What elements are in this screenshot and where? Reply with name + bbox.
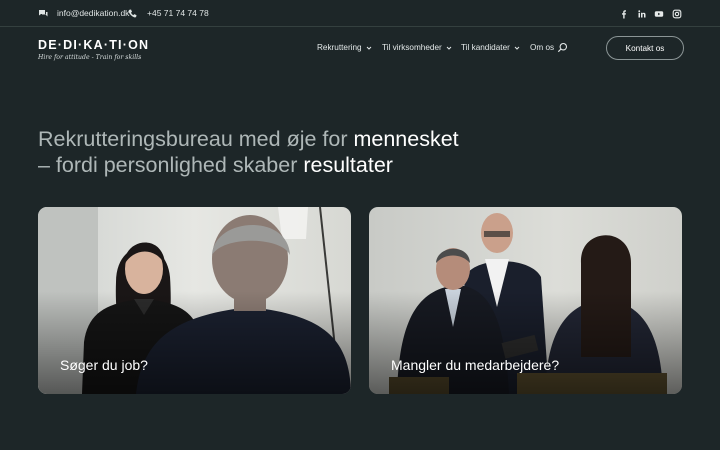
card-label: Søger du job? [60, 357, 148, 373]
linkedin-icon[interactable] [637, 9, 647, 19]
phone-icon [128, 9, 137, 18]
nav-item-til-virksomheder[interactable]: Til virksomheder [382, 43, 452, 52]
youtube-icon[interactable] [654, 9, 664, 19]
top-bar: info@dedikation.dk +45 71 74 74 78 [0, 0, 720, 27]
phone-link[interactable]: +45 71 74 74 78 [128, 8, 209, 18]
logo-tagline: Hire for attitude - Train for skills [38, 54, 142, 61]
job-seeker-card[interactable]: Søger du job? [38, 207, 351, 394]
search-icon[interactable] [557, 42, 568, 53]
nav-item-om-os[interactable]: Om os [530, 43, 554, 52]
instagram-icon[interactable] [672, 9, 682, 19]
nav-item-label: Rekruttering [317, 43, 362, 52]
chevron-down-icon [514, 46, 520, 50]
nav-item-label: Til kandidater [461, 43, 510, 52]
contact-button[interactable]: Kontakt os [606, 36, 684, 60]
card-label: Mangler du medarbejdere? [391, 357, 560, 373]
chevron-down-icon [366, 46, 371, 50]
headline-highlight: resultater [303, 153, 393, 177]
nav-item-label: Om os [530, 43, 555, 52]
headline-highlight: mennesket [353, 127, 459, 151]
email-text: info@dedikation.dk [57, 8, 130, 18]
email-link[interactable]: info@dedikation.dk [38, 8, 129, 18]
employer-card[interactable]: Mangler du medarbejdere? [369, 207, 682, 394]
phone-text: +45 71 74 74 78 [147, 8, 209, 18]
chevron-down-icon [446, 46, 452, 50]
hero-headline: Rekrutteringsbureau med øje for menneske… [38, 126, 459, 178]
site-logo[interactable]: DE·DI·KA·TI·ON Hire for attitude - Train… [38, 38, 149, 61]
facebook-icon[interactable] [619, 9, 629, 19]
logo-wordmark: DE·DI·KA·TI·ON [38, 38, 150, 52]
nav-item-til-kandidater[interactable]: Til kandidater [461, 43, 520, 52]
headline-part: – fordi personlighed skaber [38, 153, 304, 177]
nav-item-label: Til virksomheder [382, 43, 442, 52]
headline-part: Rekrutteringsbureau med øje for [38, 127, 354, 151]
nav-item-rekruttering[interactable]: Rekruttering [317, 43, 372, 52]
chat-icon [38, 9, 48, 18]
